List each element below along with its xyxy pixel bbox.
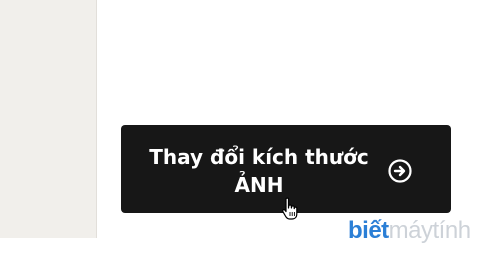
watermark-part2: máytính xyxy=(388,217,471,244)
watermark-part1: biết xyxy=(348,217,389,244)
arrow-right-circle-icon xyxy=(388,159,412,183)
resize-label-line1: Thay đổi kích thước xyxy=(149,145,369,169)
resize-image-button-label: Thay đổi kích thước ẢNH xyxy=(135,143,383,199)
watermark-logo: biếtmáytính xyxy=(348,216,471,246)
hand-pointer-cursor-icon xyxy=(282,197,298,220)
left-panel xyxy=(0,0,97,238)
resize-label-line2: ẢNH xyxy=(234,173,284,197)
